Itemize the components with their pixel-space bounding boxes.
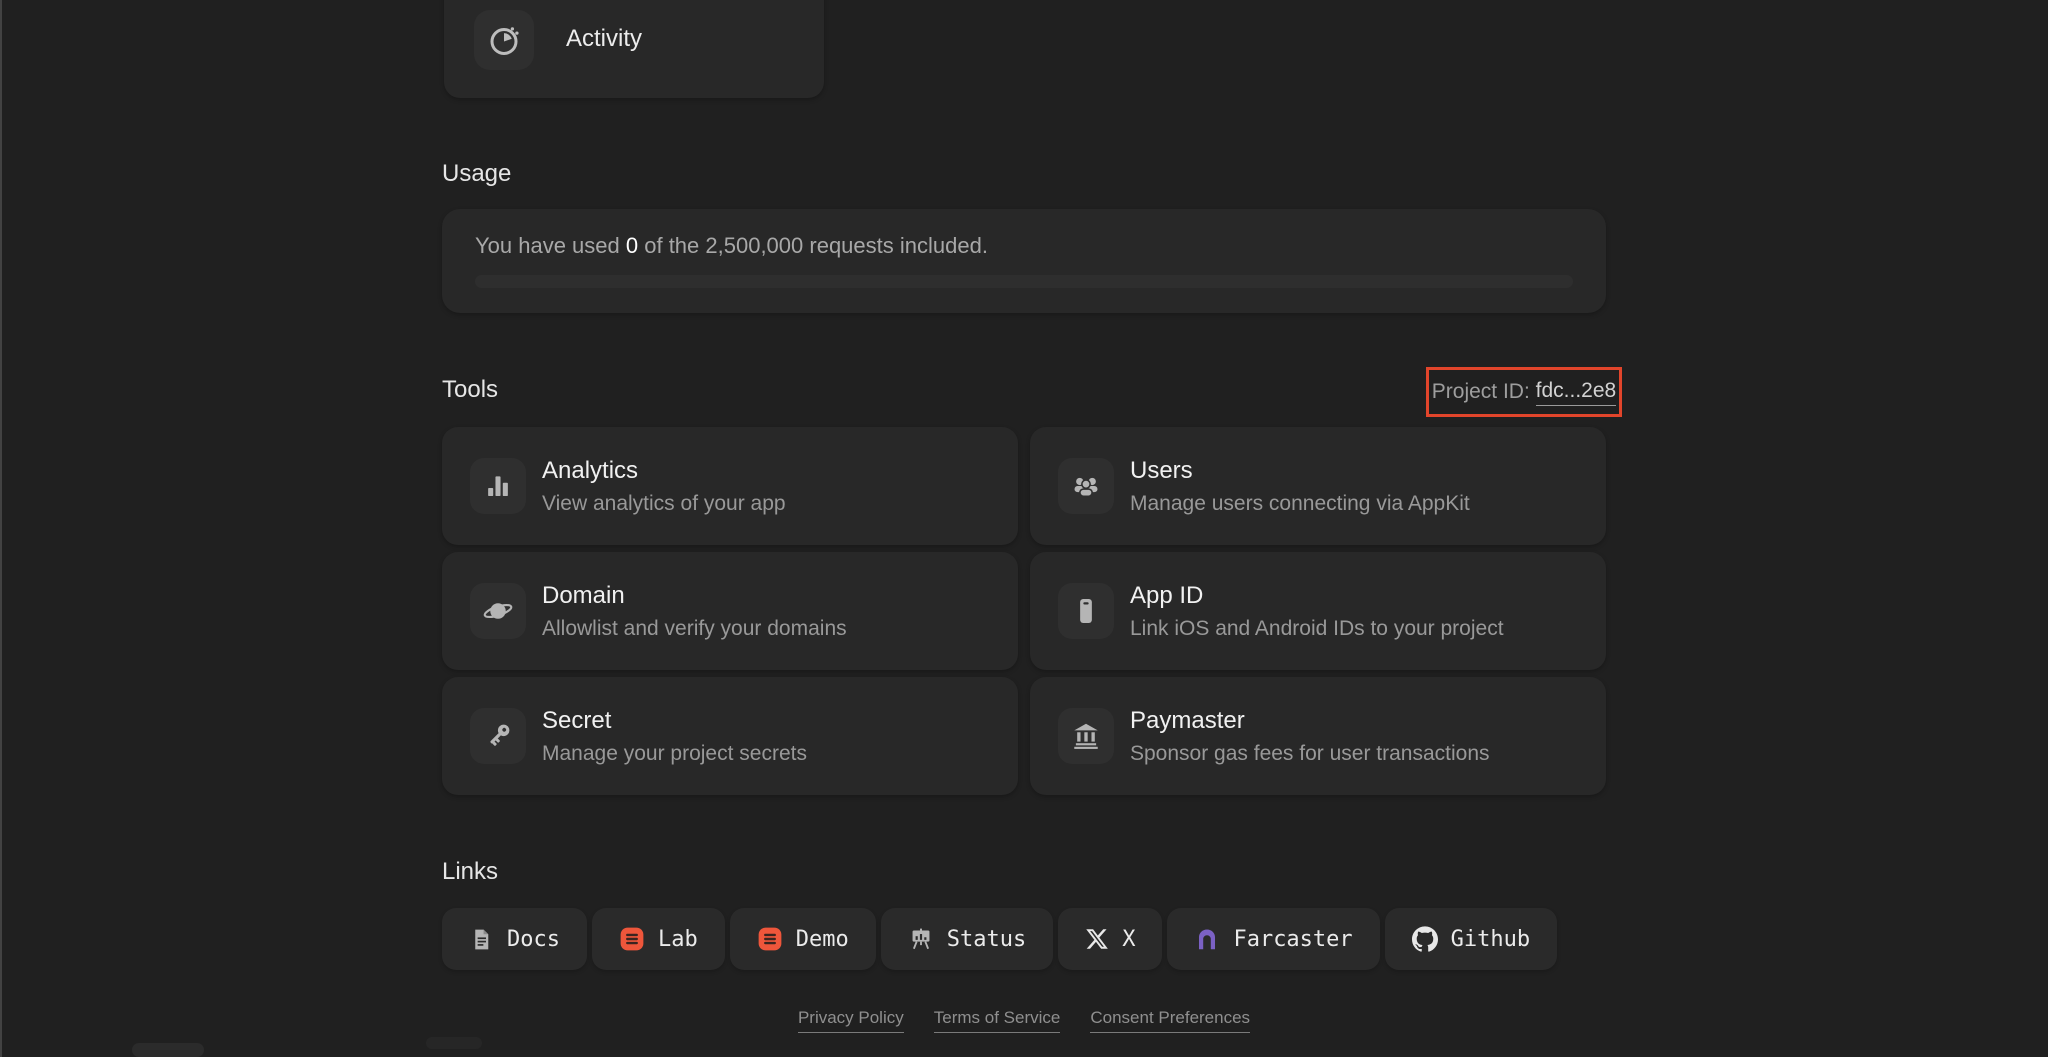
users-icon bbox=[1058, 458, 1114, 514]
usage-progress-bar bbox=[475, 275, 1573, 288]
github-icon bbox=[1411, 926, 1438, 952]
mobile-phone-icon bbox=[1058, 583, 1114, 639]
tool-description: View analytics of your app bbox=[542, 491, 786, 515]
link-label: Lab bbox=[657, 926, 698, 952]
document-icon bbox=[469, 927, 494, 952]
demo-link-button[interactable]: Demo bbox=[729, 908, 876, 970]
tool-description: Manage your project secrets bbox=[542, 741, 807, 765]
docs-link-button[interactable]: Docs bbox=[442, 908, 587, 970]
usage-heading: Usage bbox=[442, 160, 512, 187]
tool-card-text: Paymaster Sponsor gas fees for user tran… bbox=[1130, 707, 1490, 766]
github-link-button[interactable]: Github bbox=[1384, 908, 1558, 970]
tool-card-text: Users Manage users connecting via AppKit bbox=[1130, 457, 1470, 516]
link-label: Status bbox=[946, 926, 1027, 952]
tools-grid: Analytics View analytics of your app Use… bbox=[442, 427, 1606, 795]
activity-card[interactable]: Activity bbox=[444, 0, 824, 98]
tool-title: Secret bbox=[542, 706, 612, 734]
link-label: Demo bbox=[795, 926, 849, 952]
lab-terminal-icon bbox=[619, 926, 645, 952]
x-logo-icon bbox=[1085, 927, 1109, 951]
terms-of-service-link[interactable]: Terms of Service bbox=[933, 1008, 1061, 1033]
clock-activity-icon bbox=[474, 10, 534, 70]
dashboard-page: Activity Usage You have used 0 of the 2,… bbox=[0, 0, 2048, 1057]
project-id-highlight-box[interactable]: Project ID: fdc...2e8 bbox=[1426, 367, 1622, 417]
lab-link-button[interactable]: Lab bbox=[591, 908, 725, 970]
tool-description: Manage users connecting via AppKit bbox=[1130, 491, 1470, 515]
planet-icon bbox=[470, 583, 526, 639]
usage-card: You have used 0 of the 2,500,000 request… bbox=[442, 209, 1606, 313]
consent-preferences-link[interactable]: Consent Preferences bbox=[1090, 1008, 1251, 1033]
project-id-value[interactable]: fdc...2e8 bbox=[1535, 379, 1617, 406]
tool-description: Link iOS and Android IDs to your project bbox=[1130, 616, 1504, 640]
footer: Privacy Policy Terms of Service Consent … bbox=[0, 1008, 2048, 1033]
usage-text: You have used 0 of the 2,500,000 request… bbox=[475, 233, 988, 259]
tool-card-domain[interactable]: Domain Allowlist and verify your domains bbox=[442, 552, 1018, 670]
tool-card-secret[interactable]: Secret Manage your project secrets bbox=[442, 677, 1018, 795]
tool-card-app-id[interactable]: App ID Link iOS and Android IDs to your … bbox=[1030, 552, 1606, 670]
farcaster-arch-icon bbox=[1194, 926, 1220, 952]
farcaster-link-button[interactable]: Farcaster bbox=[1167, 908, 1380, 970]
left-edge-line bbox=[0, 0, 2, 1057]
link-label: Farcaster bbox=[1233, 926, 1353, 952]
bar-chart-icon bbox=[470, 458, 526, 514]
activity-label: Activity bbox=[566, 25, 643, 52]
link-label: X bbox=[1122, 926, 1136, 952]
demo-terminal-icon bbox=[757, 926, 783, 952]
tool-title: Users bbox=[1130, 456, 1193, 484]
tool-title: Analytics bbox=[542, 456, 639, 484]
status-easel-icon bbox=[908, 926, 934, 952]
tool-card-text: Secret Manage your project secrets bbox=[542, 707, 807, 766]
tool-card-text: App ID Link iOS and Android IDs to your … bbox=[1130, 582, 1504, 641]
tool-card-paymaster[interactable]: Paymaster Sponsor gas fees for user tran… bbox=[1030, 677, 1606, 795]
tool-card-text: Domain Allowlist and verify your domains bbox=[542, 582, 847, 641]
tool-title: Paymaster bbox=[1130, 706, 1245, 734]
usage-text-suffix: of the 2,500,000 requests included. bbox=[638, 233, 988, 258]
tool-description: Allowlist and verify your domains bbox=[542, 616, 847, 640]
faint-bottom-artifact bbox=[426, 1037, 482, 1049]
usage-text-prefix: You have used bbox=[475, 233, 626, 258]
x-link-button[interactable]: X bbox=[1058, 908, 1163, 970]
content-column: Activity Usage You have used 0 of the 2,… bbox=[442, 0, 1622, 1057]
tool-title: App ID bbox=[1130, 581, 1204, 609]
faint-bottom-artifact bbox=[132, 1043, 204, 1057]
tools-heading: Tools bbox=[442, 376, 499, 403]
links-heading: Links bbox=[442, 858, 499, 885]
tool-card-text: Analytics View analytics of your app bbox=[542, 457, 786, 516]
usage-used-value: 0 bbox=[625, 233, 639, 258]
tool-card-users[interactable]: Users Manage users connecting via AppKit bbox=[1030, 427, 1606, 545]
privacy-policy-link[interactable]: Privacy Policy bbox=[797, 1008, 904, 1033]
tool-card-analytics[interactable]: Analytics View analytics of your app bbox=[442, 427, 1018, 545]
tool-title: Domain bbox=[542, 581, 625, 609]
link-label: Github bbox=[1450, 926, 1531, 952]
key-icon bbox=[470, 708, 526, 764]
links-row: Docs Lab Demo Status X Farcaster Github bbox=[442, 908, 1558, 970]
link-label: Docs bbox=[507, 926, 560, 952]
tool-description: Sponsor gas fees for user transactions bbox=[1130, 741, 1490, 765]
status-link-button[interactable]: Status bbox=[880, 908, 1054, 970]
bank-icon bbox=[1058, 708, 1114, 764]
project-id-label: Project ID: bbox=[1431, 380, 1536, 403]
